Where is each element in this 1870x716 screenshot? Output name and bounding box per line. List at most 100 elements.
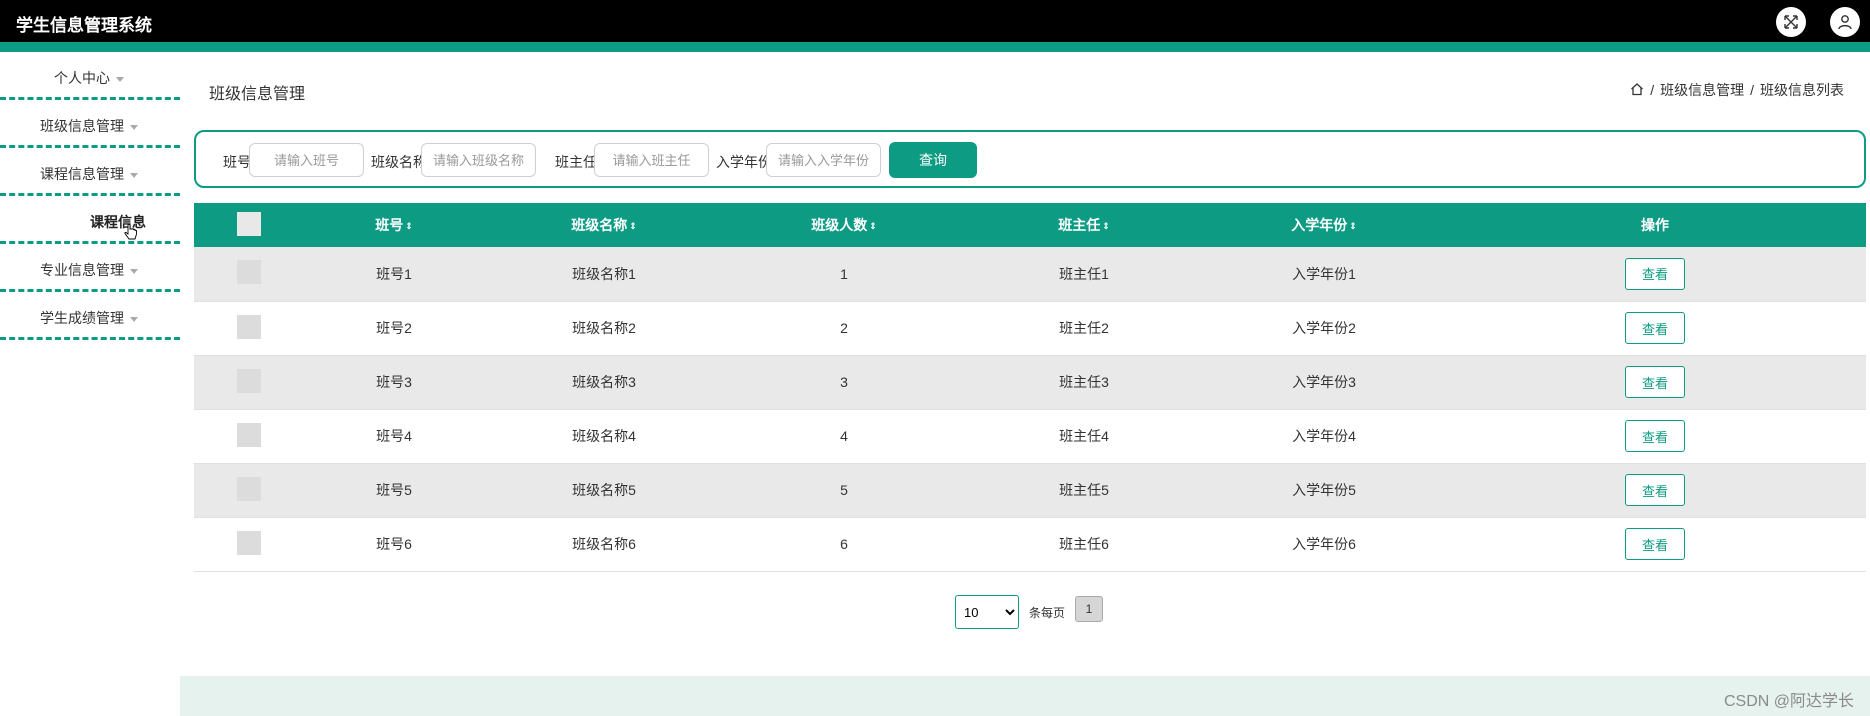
row-checkbox[interactable] xyxy=(237,422,261,447)
breadcrumb-separator: / xyxy=(1650,82,1655,98)
breadcrumb-level2: 班级信息列表 xyxy=(1760,82,1844,98)
table-row: 班号1 班级名称1 1 班主任1 入学年份1 查看 xyxy=(194,247,1866,302)
view-button[interactable]: 查看 xyxy=(1625,420,1685,452)
accent-strip xyxy=(0,42,1870,52)
cell-class-name: 班级名称5 xyxy=(484,463,724,518)
sort-icon[interactable]: ⇕ xyxy=(405,221,413,232)
breadcrumb-level1[interactable]: 班级信息管理 xyxy=(1660,80,1744,100)
cell-teacher: 班主任2 xyxy=(964,301,1204,356)
row-checkbox-cell xyxy=(194,409,304,464)
sidebar-subitem-course-info[interactable]: 课程信息 xyxy=(0,196,180,244)
breadcrumb: / 班级信息管理 / 班级信息列表 xyxy=(1630,80,1844,100)
fullscreen-icon[interactable] xyxy=(1776,7,1806,37)
class-id-label: 班号 xyxy=(223,154,251,170)
cell-class-size: 2 xyxy=(724,301,964,356)
row-checkbox-cell xyxy=(194,247,304,302)
cell-class-name: 班级名称6 xyxy=(484,517,724,572)
query-button[interactable]: 查询 xyxy=(889,142,977,178)
select-all-checkbox[interactable] xyxy=(237,211,261,236)
column-header-class-id[interactable]: 班号 ⇕ xyxy=(304,203,484,247)
teacher-input[interactable] xyxy=(594,143,709,177)
chevron-down-icon xyxy=(130,316,138,322)
row-checkbox[interactable] xyxy=(237,368,261,393)
row-checkbox[interactable] xyxy=(237,476,261,501)
enroll-year-input[interactable] xyxy=(766,143,881,177)
page-number-button[interactable]: 1 xyxy=(1075,596,1104,622)
sidebar-item-label: 专业信息管理 xyxy=(40,260,138,280)
row-checkbox[interactable] xyxy=(237,530,261,555)
cell-class-name: 班级名称4 xyxy=(484,409,724,464)
page-size-select[interactable]: 10 xyxy=(955,595,1019,629)
sidebar-item-label: 班级信息管理 xyxy=(40,116,138,136)
column-header-teacher[interactable]: 班主任 ⇕ xyxy=(964,203,1204,247)
class-table: 班号 ⇕ 班级名称 ⇕ 班级人数 ⇕ 班主任 ⇕ 入学年份 ⇕ 操作 班号1 班级名称1 … xyxy=(194,203,1866,572)
cell-actions: 查看 xyxy=(1444,517,1866,572)
table-body: 班号1 班级名称1 1 班主任1 入学年份1 查看 班号2 班级名称2 2 班主… xyxy=(194,247,1866,572)
table-row: 班号4 班级名称4 4 班主任4 入学年份4 查看 xyxy=(194,409,1866,464)
cell-class-id: 班号5 xyxy=(304,463,484,518)
main-content: 班级信息管理 / 班级信息管理 / 班级信息列表 班号 班级名称 班主任 入学年… xyxy=(180,52,1870,716)
hand-cursor-icon xyxy=(124,223,138,247)
class-id-input[interactable] xyxy=(249,143,364,177)
chevron-down-icon xyxy=(130,172,138,178)
table-row: 班号2 班级名称2 2 班主任2 入学年份2 查看 xyxy=(194,301,1866,356)
cell-enroll-year: 入学年份1 xyxy=(1204,247,1444,302)
cell-actions: 查看 xyxy=(1444,463,1866,518)
cell-class-id: 班号6 xyxy=(304,517,484,572)
chevron-down-icon xyxy=(116,76,124,82)
watermark: CSDN @阿达学长 xyxy=(1723,693,1854,710)
home-icon[interactable] xyxy=(1630,82,1644,99)
cell-class-size: 6 xyxy=(724,517,964,572)
class-name-input[interactable] xyxy=(421,143,536,177)
view-button[interactable]: 查看 xyxy=(1625,257,1685,290)
sidebar-item-major-management[interactable]: 专业信息管理 xyxy=(0,244,180,292)
view-button[interactable]: 查看 xyxy=(1625,312,1685,344)
table-row: 班号6 班级名称6 6 班主任6 入学年份6 查看 xyxy=(194,517,1866,572)
column-header-class-size[interactable]: 班级人数 ⇕ xyxy=(724,203,964,247)
sort-icon[interactable]: ⇕ xyxy=(1349,221,1357,232)
sidebar-item-label: 课程信息管理 xyxy=(40,164,138,184)
per-page-label: 条每页 xyxy=(1029,605,1066,620)
cell-teacher: 班主任6 xyxy=(964,517,1204,572)
column-header-actions: 操作 xyxy=(1444,203,1866,247)
column-header-enroll-year[interactable]: 入学年份 ⇕ xyxy=(1204,203,1444,247)
cell-class-name: 班级名称2 xyxy=(484,301,724,356)
cell-class-id: 班号4 xyxy=(304,409,484,464)
row-checkbox-cell xyxy=(194,463,304,518)
view-button[interactable]: 查看 xyxy=(1625,474,1685,506)
cell-actions: 查看 xyxy=(1444,301,1866,356)
table-row: 班号5 班级名称5 5 班主任5 入学年份5 查看 xyxy=(194,463,1866,518)
sort-icon[interactable]: ⇕ xyxy=(1102,221,1110,232)
row-checkbox-cell xyxy=(194,355,304,410)
sort-icon[interactable]: ⇕ xyxy=(869,221,877,232)
cell-class-id: 班号3 xyxy=(304,355,484,410)
user-icon[interactable] xyxy=(1830,7,1860,37)
sidebar-item-score-management[interactable]: 学生成绩管理 xyxy=(0,292,180,340)
pagination: 10 条每页 1 xyxy=(955,595,1104,629)
sidebar-item-course-management[interactable]: 课程信息管理 xyxy=(0,148,180,196)
class-name-label: 班级名称 xyxy=(371,154,427,170)
cell-actions: 查看 xyxy=(1444,247,1866,302)
cell-actions: 查看 xyxy=(1444,409,1866,464)
column-header-class-name[interactable]: 班级名称 ⇕ xyxy=(484,203,724,247)
row-checkbox[interactable] xyxy=(237,314,261,339)
cell-class-name: 班级名称1 xyxy=(484,247,724,302)
teacher-label: 班主任 xyxy=(555,154,597,170)
cell-teacher: 班主任4 xyxy=(964,409,1204,464)
breadcrumb-separator: / xyxy=(1750,82,1754,98)
cell-class-size: 5 xyxy=(724,463,964,518)
row-checkbox-cell xyxy=(194,517,304,572)
page-title: 班级信息管理 xyxy=(209,86,306,103)
cell-enroll-year: 入学年份4 xyxy=(1204,409,1444,464)
chevron-down-icon xyxy=(130,268,138,274)
view-button[interactable]: 查看 xyxy=(1625,366,1685,398)
sort-icon[interactable]: ⇕ xyxy=(629,221,637,232)
sidebar-item-personal-center[interactable]: 个人中心 xyxy=(0,52,180,100)
cell-teacher: 班主任5 xyxy=(964,463,1204,518)
row-checkbox[interactable] xyxy=(237,260,261,285)
table-row: 班号3 班级名称3 3 班主任3 入学年份3 查看 xyxy=(194,355,1866,410)
sidebar-item-class-management[interactable]: 班级信息管理 xyxy=(0,100,180,148)
cell-teacher: 班主任1 xyxy=(964,247,1204,302)
cell-class-size: 1 xyxy=(724,247,964,302)
view-button[interactable]: 查看 xyxy=(1625,528,1685,560)
